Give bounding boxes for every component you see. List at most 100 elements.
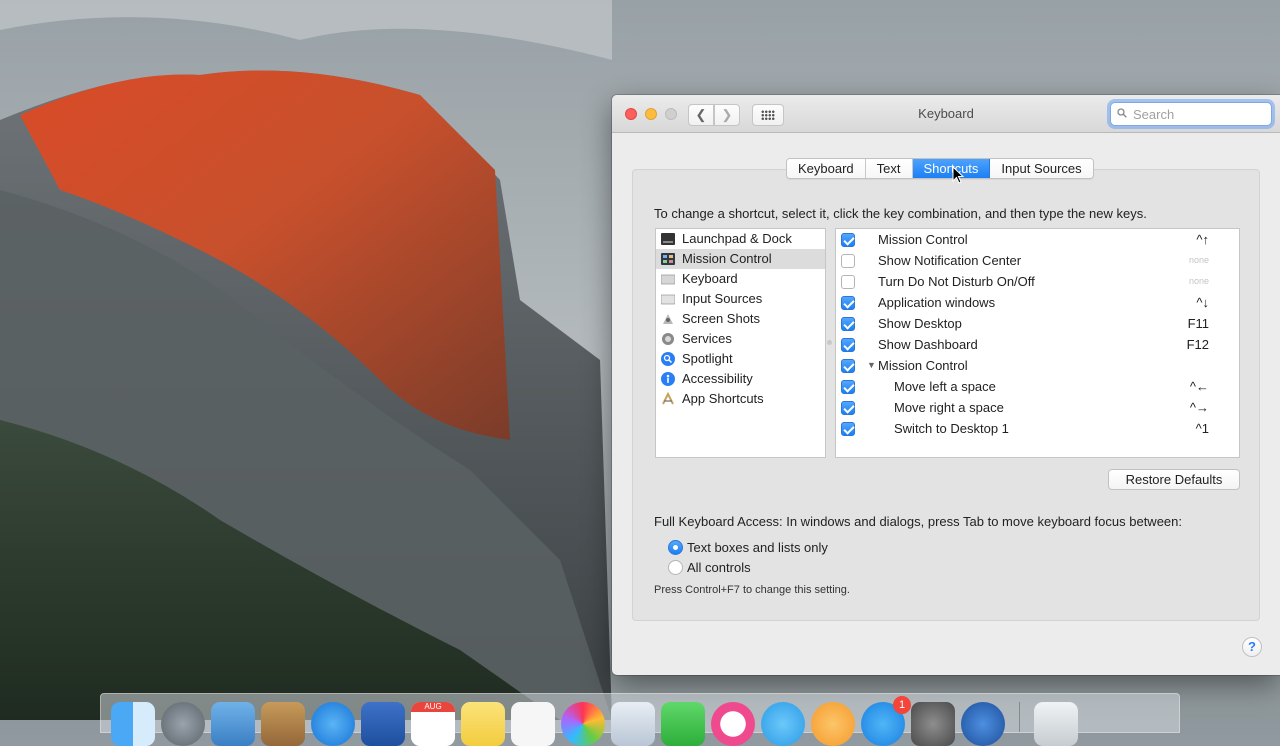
mouse-cursor-icon [952,166,964,184]
category-label: Screen Shots [682,311,761,326]
shortcut-row[interactable]: Show Desktop F11 [836,313,1239,334]
shortcut-row[interactable]: Mission Control ^↑ [836,229,1239,250]
shortcut-row[interactable]: Switch to Desktop 1 ^1 [836,418,1239,439]
radio-label[interactable]: All controls [687,560,751,575]
shortcut-key[interactable]: ^→ [1190,397,1209,418]
shortcut-key[interactable]: none [1189,271,1209,292]
quicktime-dock-icon[interactable] [961,702,1005,746]
shortcut-checkbox[interactable] [841,296,855,310]
shortcut-row[interactable]: Show Dashboard F12 [836,334,1239,355]
shortcut-checkbox[interactable] [841,422,855,436]
forward-button[interactable]: ❯ [714,104,740,126]
shortcut-key[interactable]: ^1 [1196,418,1209,439]
shortcut-checkbox[interactable] [841,380,855,394]
category-app-shortcuts[interactable]: App Shortcuts [656,389,825,409]
word-dock-icon[interactable] [361,702,405,746]
tab-text[interactable]: Text [865,159,913,178]
split-view-divider[interactable] [827,340,832,345]
search-input[interactable] [1131,105,1267,123]
category-spotlight[interactable]: Spotlight [656,349,825,369]
shortcut-row[interactable]: Application windows ^↓ [836,292,1239,313]
show-all-button[interactable] [752,104,784,126]
window-title: Keyboard [918,106,974,121]
shortcut-key[interactable]: none [1189,250,1209,271]
calendar-dock-icon[interactable]: AUG [411,702,455,746]
category-mission-control[interactable]: Mission Control [656,249,825,269]
app-dock-icon[interactable] [761,702,805,746]
finder-dock-icon[interactable] [111,702,155,746]
trash-dock-icon[interactable] [1034,702,1078,746]
category-label: Keyboard [682,271,738,286]
help-button[interactable]: ? [1242,637,1262,657]
shortcut-label: Show Desktop [878,316,962,331]
radio-text-boxes-lists[interactable] [668,540,683,555]
close-window-button[interactable] [625,108,637,120]
shortcut-label: Mission Control [878,232,968,247]
accessibility-icon [661,372,675,386]
category-services[interactable]: Services [656,329,825,349]
reminders-dock-icon[interactable] [511,702,555,746]
shortcut-checkbox[interactable] [841,359,855,373]
shortcut-key[interactable]: ^↑ [1196,229,1209,250]
ibooks-dock-icon[interactable] [811,702,855,746]
dock: AUG 1 [100,693,1180,746]
disclosure-triangle-icon[interactable]: ▼ [867,355,876,376]
search-icon [1117,108,1127,118]
calendar-month-label: AUG [411,702,455,712]
radio-all-controls[interactable] [668,560,683,575]
search-field[interactable] [1110,102,1272,126]
shortcut-key[interactable]: F11 [1188,313,1209,334]
shortcut-key[interactable]: F12 [1187,334,1209,355]
category-input-sources[interactable]: Input Sources [656,289,825,309]
shortcut-checkbox[interactable] [841,233,855,247]
facetime-dock-icon[interactable] [661,702,705,746]
shortcut-row[interactable]: Show Notification Center none [836,250,1239,271]
shortcut-group-row[interactable]: ▼ Mission Control [836,355,1239,376]
zoom-window-button[interactable] [665,108,677,120]
shortcut-checkbox[interactable] [841,401,855,415]
safari-dock-icon[interactable] [311,702,355,746]
shortcut-key[interactable]: ^← [1190,376,1209,397]
shortcut-key[interactable]: ^↓ [1196,292,1209,313]
category-launchpad-dock[interactable]: Launchpad & Dock [656,229,825,249]
chevron-left-icon: ❮ [695,107,707,122]
keyboard-access-note: Press Control+F7 to change this setting. [654,584,850,596]
system-preferences-dock-icon[interactable] [911,702,955,746]
shortcut-row[interactable]: Move right a space ^→ [836,397,1239,418]
category-accessibility[interactable]: Accessibility [656,369,825,389]
photos-dock-icon[interactable] [561,702,605,746]
mail-dock-icon[interactable] [211,702,255,746]
minimize-window-button[interactable] [645,108,657,120]
restore-defaults-button[interactable]: Restore Defaults [1108,469,1240,490]
contacts-dock-icon[interactable] [261,702,305,746]
keynote-dock-icon[interactable] [611,702,655,746]
mission-control-icon [661,253,675,265]
shortcut-checkbox[interactable] [841,317,855,331]
title-bar: ❮ ❯ Keyboard [612,95,1280,133]
shortcut-checkbox[interactable] [841,338,855,352]
itunes-dock-icon[interactable] [711,702,755,746]
keyboard-access-label: Full Keyboard Access: In windows and dia… [654,514,1182,529]
launchpad-dock-icon[interactable] [161,702,205,746]
back-button[interactable]: ❮ [688,104,714,126]
shortcut-label: Turn Do Not Disturb On/Off [878,274,1035,289]
shortcut-label: Show Notification Center [878,253,1022,268]
category-screen-shots[interactable]: Screen Shots [656,309,825,329]
tab-input-sources[interactable]: Input Sources [990,159,1093,178]
category-list[interactable]: Launchpad & Dock Mission Control Keyboar… [655,228,826,458]
spotlight-icon [661,352,675,366]
notes-dock-icon[interactable] [461,702,505,746]
category-keyboard[interactable]: Keyboard [656,269,825,289]
shortcut-checkbox[interactable] [841,275,855,289]
category-label: App Shortcuts [682,391,764,406]
shortcut-row[interactable]: Turn Do Not Disturb On/Off none [836,271,1239,292]
category-label: Launchpad & Dock [682,231,792,246]
shortcut-checkbox[interactable] [841,254,855,268]
tab-keyboard[interactable]: Keyboard [787,159,866,178]
shortcut-label: Switch to Desktop 1 [894,421,1009,436]
keyboard-icon [661,274,675,285]
shortcut-list[interactable]: Mission Control ^↑ Show Notification Cen… [835,228,1240,458]
app-store-dock-icon[interactable]: 1 [861,696,911,746]
radio-label[interactable]: Text boxes and lists only [687,540,828,555]
shortcut-row[interactable]: Move left a space ^← [836,376,1239,397]
